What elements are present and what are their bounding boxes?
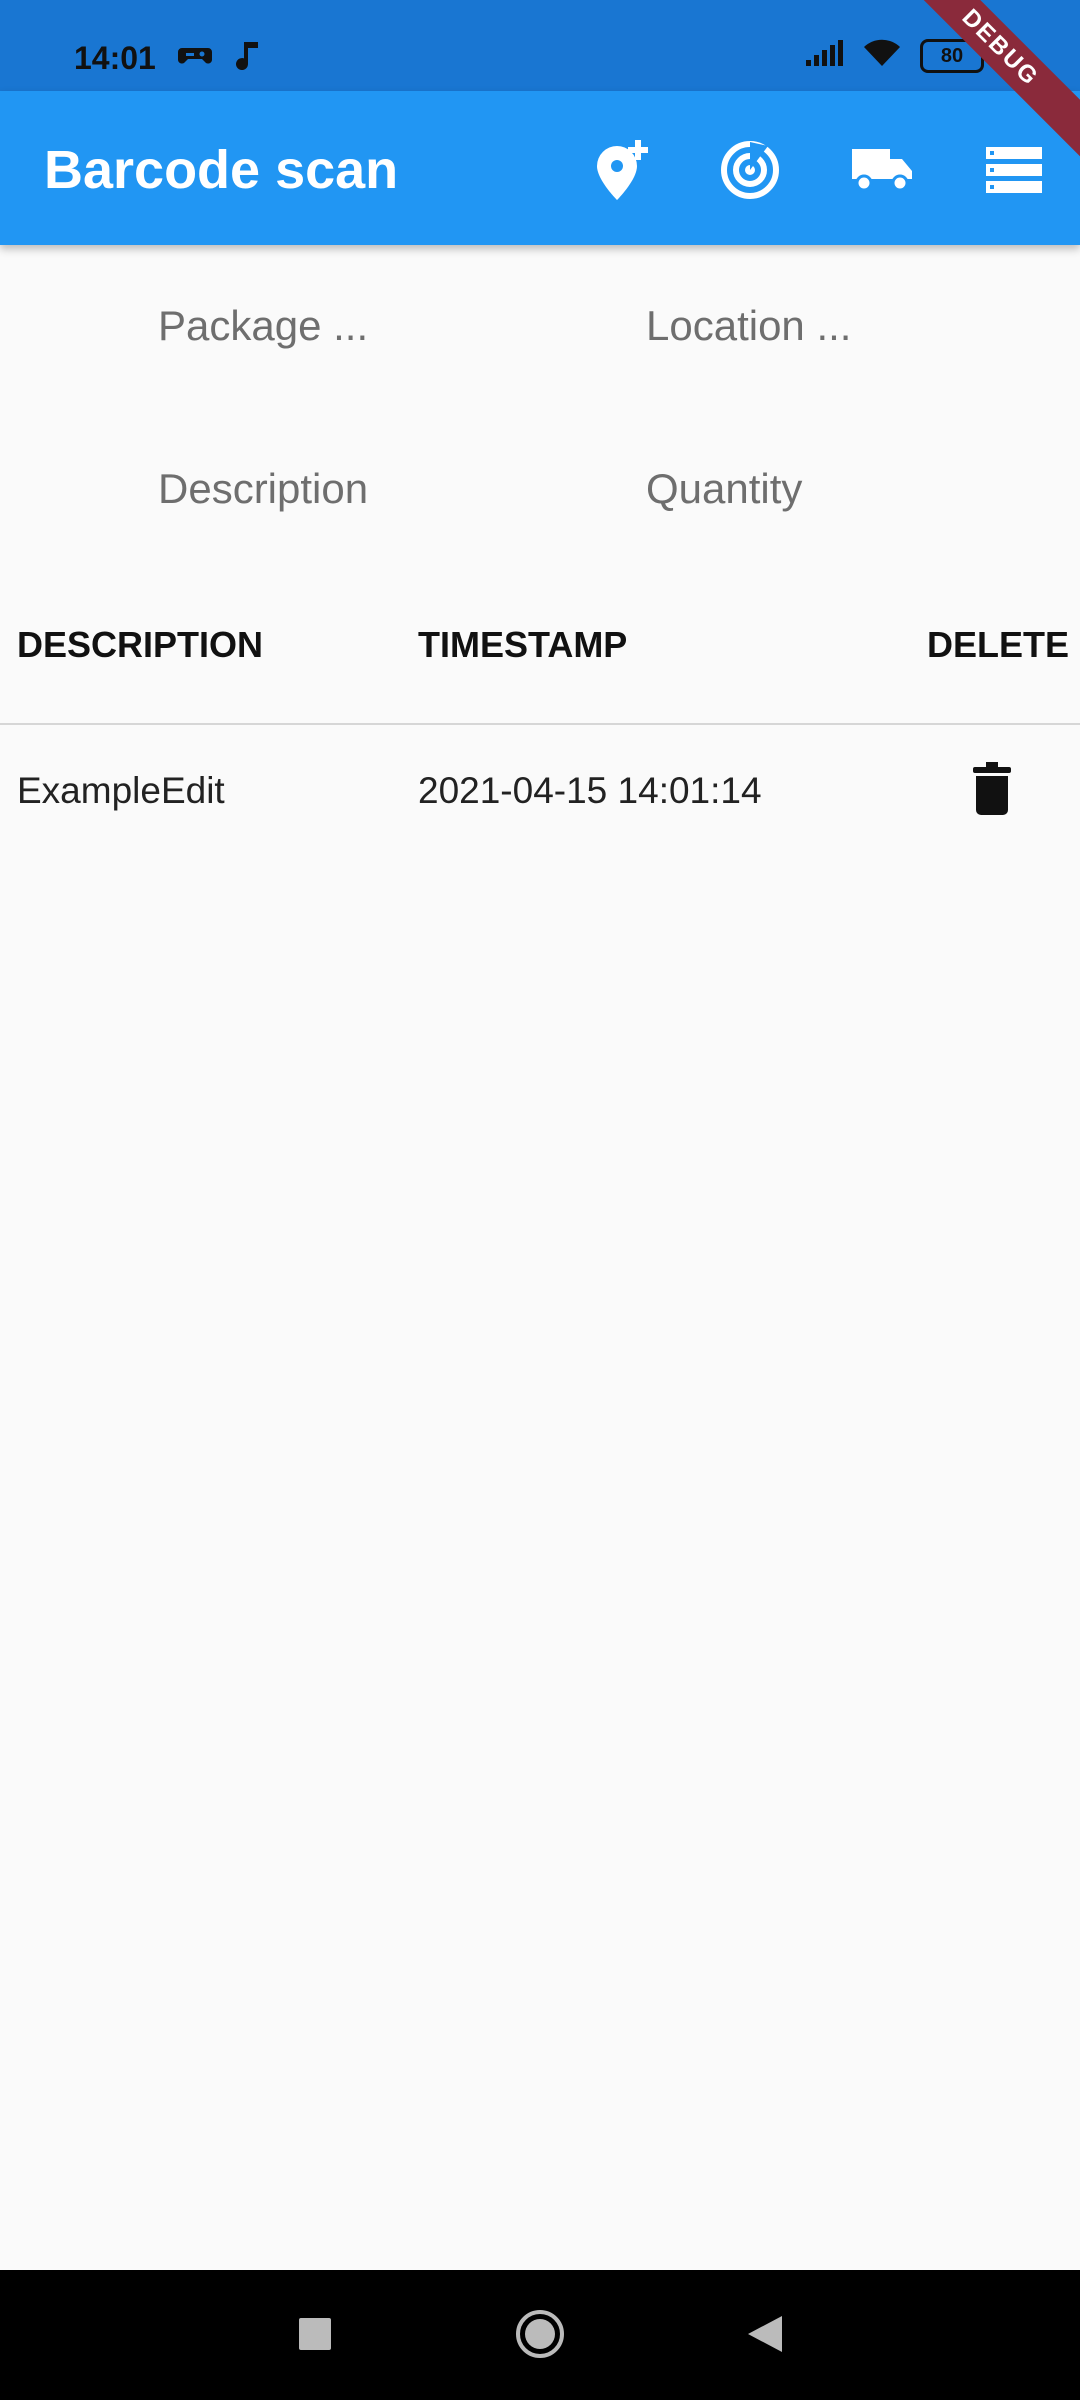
truck-icon [852, 149, 912, 192]
description-input[interactable]: Description [158, 465, 368, 513]
column-header-delete[interactable]: DELETE [927, 624, 1069, 666]
home-button[interactable] [510, 2304, 570, 2364]
notification-icons [178, 40, 260, 77]
location-input[interactable]: Location ... [646, 302, 851, 350]
storage-button[interactable] [975, 131, 1053, 209]
music-note-icon [234, 40, 260, 77]
trash-icon [973, 762, 1011, 815]
storage-list-icon [986, 147, 1042, 193]
delete-row-button[interactable] [972, 762, 1012, 821]
back-button[interactable] [735, 2304, 795, 2364]
column-header-timestamp[interactable]: TIMESTAMP [418, 624, 627, 666]
app-title: Barcode scan [44, 140, 399, 200]
radar-icon [721, 141, 779, 199]
recents-button[interactable] [285, 2304, 345, 2364]
table-divider [0, 723, 1080, 725]
radar-button[interactable] [711, 131, 789, 209]
row-description: ExampleEdit [17, 770, 225, 811]
home-circle-icon [516, 2310, 564, 2358]
row-timestamp: 2021-04-15 14:01:14 [418, 770, 762, 811]
column-header-description[interactable]: DESCRIPTION [17, 624, 263, 666]
navigation-bar [0, 2270, 1080, 2400]
game-controller-icon [178, 40, 212, 77]
app-bar: Barcode scan [0, 91, 1080, 245]
status-time: 14:01 [74, 40, 156, 76]
add-location-icon [597, 140, 648, 200]
delivery-button[interactable] [843, 131, 921, 209]
back-triangle-icon [748, 2316, 782, 2352]
system-icons: 80 [804, 38, 990, 73]
status-bar: 14:01 80 [0, 0, 1080, 91]
add-location-button[interactable] [582, 131, 660, 209]
quantity-input[interactable]: Quantity [646, 465, 802, 513]
signal-icon [804, 38, 844, 73]
package-input[interactable]: Package ... [158, 302, 368, 350]
square-icon [299, 2318, 331, 2350]
wifi-icon [862, 38, 902, 73]
